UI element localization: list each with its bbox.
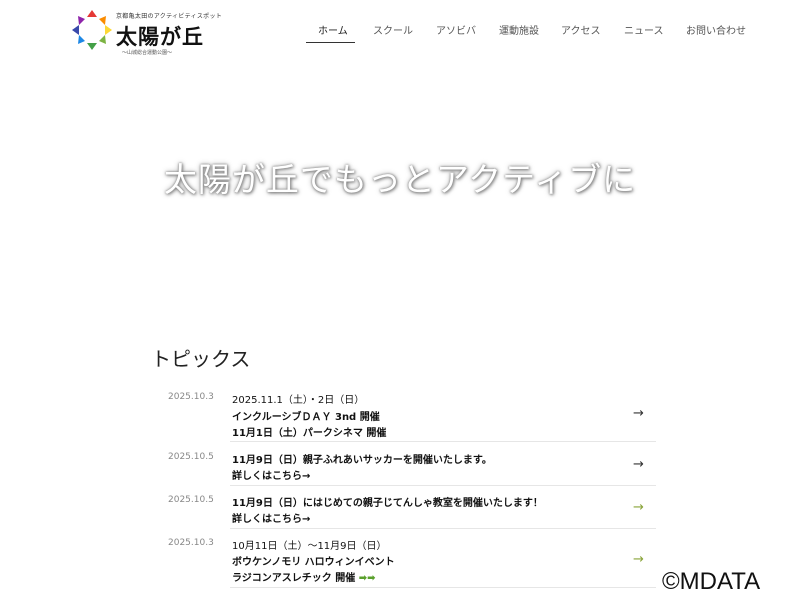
topic-divider <box>230 528 656 529</box>
topic-date: 2025.10.3 <box>168 538 214 548</box>
topic-date: 2025.10.5 <box>168 452 214 462</box>
logo-tagline: 京都亀太田のアクティビティスポット <box>116 13 223 20</box>
topic-line: 2025.11.1（土）・2日（日） <box>232 395 365 406</box>
arrow-right-icon[interactable]: → <box>633 406 644 421</box>
logo-subtitle: 〜山城総合運動公園〜 <box>122 50 173 56</box>
topic-divider <box>230 485 656 486</box>
nav-item-asobiba[interactable]: アソビバ <box>436 22 476 37</box>
topic-date: 2025.10.3 <box>168 392 214 402</box>
topic-line: 11月1日（土）パークシネマ 開催 <box>232 428 387 439</box>
topics-title: トピックス <box>151 347 251 371</box>
green-arrows-icon: ➡➡ <box>358 573 376 584</box>
site-logo[interactable]: 京都亀太田のアクティビティスポット 太陽が丘 〜山城総合運動公園〜 <box>70 8 223 56</box>
nav-item-news[interactable]: ニュース <box>624 22 664 37</box>
site-header: 京都亀太田のアクティビティスポット 太陽が丘 〜山城総合運動公園〜 ホーム スク… <box>0 0 800 60</box>
hero-headline: 太陽が丘でもっとアクティブに <box>163 160 637 199</box>
nav-item-school[interactable]: スクール <box>373 22 413 37</box>
topic-divider <box>230 587 656 588</box>
nav-item-access[interactable]: アクセス <box>561 22 601 37</box>
topic-line-text: ラジコンアスレチック 開催 <box>232 573 356 584</box>
nav-item-home[interactable]: ホーム <box>318 22 348 37</box>
topic-line: インクルーシブＤＡＹ 3nd 開催 <box>232 412 380 423</box>
topic-line: 11月9日（日）にはじめての親子じてんしゃ教室を開催いたします！ <box>232 498 543 509</box>
topic-link[interactable]: 詳しくはこちら→ <box>232 510 310 525</box>
watermark: ©MDATA <box>662 568 761 595</box>
topic-line: 11月9日（日）親子ふれあいサッカーを開催いたします。 <box>232 455 492 466</box>
topic-line: 10月11日（土）〜11月9日（日） <box>232 541 387 552</box>
nav-active-underline <box>306 42 355 43</box>
arrow-right-icon[interactable]: → <box>633 500 644 515</box>
logo-name: 太陽が丘 <box>116 25 204 49</box>
topic-line: ボウケンノモリ ハロウィンイベント <box>232 557 395 568</box>
sun-logo-icon <box>72 10 112 50</box>
nav-item-facilities[interactable]: 運動施設 <box>499 22 539 37</box>
arrow-right-icon[interactable]: → <box>633 457 644 472</box>
nav-item-contact[interactable]: お問い合わせ <box>686 22 746 37</box>
topic-divider <box>230 441 656 442</box>
topic-line: ラジコンアスレチック 開催 ➡➡ <box>232 569 376 584</box>
topic-link[interactable]: 詳しくはこちら→ <box>232 467 310 482</box>
arrow-right-icon[interactable]: → <box>633 552 644 567</box>
topic-date: 2025.10.5 <box>168 495 214 505</box>
